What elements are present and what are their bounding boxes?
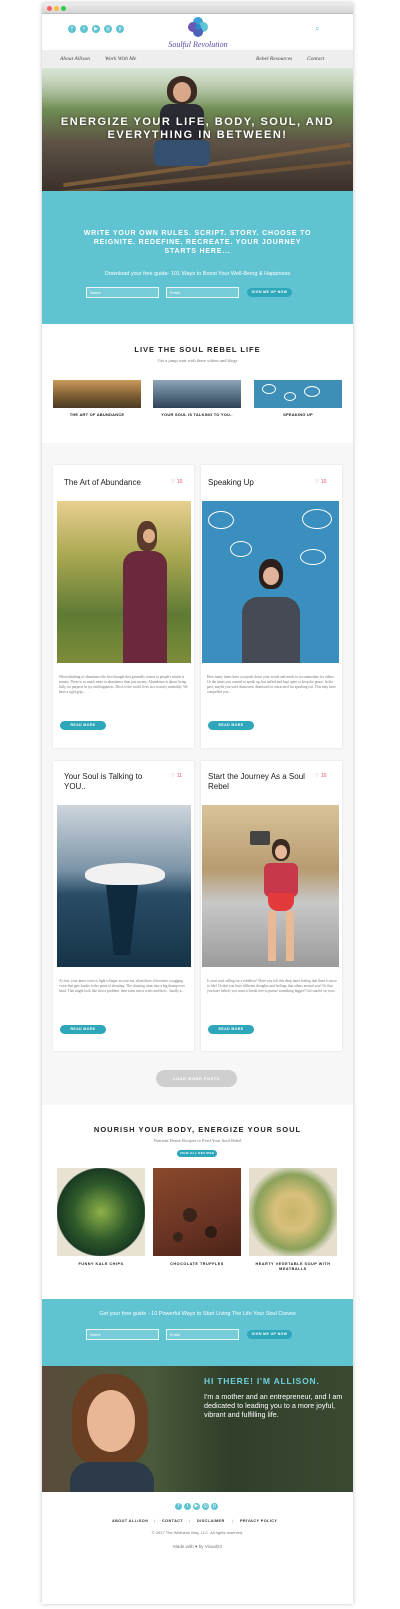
- recipes-heading: NOURISH YOUR BODY, ENERGIZE YOUR SOUL: [93, 1125, 302, 1134]
- thumb-art-of-abundance[interactable]: [53, 380, 141, 408]
- footer-link-disclaimer[interactable]: DISCLAIMER: [197, 1519, 225, 1523]
- thumb-soul-talking[interactable]: [153, 380, 241, 408]
- post-card: Your Soul is Talking to YOU.. ♡ 11 At fi…: [53, 761, 194, 1051]
- post-card: The Art of Abundance ♡ 10 When thinking …: [53, 465, 194, 748]
- nav-contact[interactable]: Contact: [307, 56, 324, 62]
- about-section: HI THERE! I'M ALLISON. I'm a mother and …: [42, 1366, 353, 1492]
- thumb-caption-abundance[interactable]: THE ART OF ABUNDANCE: [53, 412, 141, 417]
- logo-text[interactable]: Soulful Revolution: [160, 40, 236, 49]
- pinterest-icon[interactable]: p: [116, 25, 124, 33]
- heart-icon[interactable]: ♡ 10: [171, 479, 182, 485]
- post-image[interactable]: [202, 805, 339, 967]
- youtube-icon[interactable]: ▶: [92, 25, 100, 33]
- post-excerpt: Is your soul calling for a rebellion? Ha…: [207, 979, 337, 993]
- heart-icon[interactable]: ♡ 10: [315, 773, 326, 779]
- twitter-icon[interactable]: t: [80, 25, 88, 33]
- post-image[interactable]: [202, 501, 339, 663]
- about-heading: HI THERE! I'M ALLISON.: [204, 1376, 320, 1386]
- name-field[interactable]: Name: [86, 287, 159, 298]
- post-title[interactable]: The Art of Abundance: [64, 478, 164, 488]
- nav-work-with-me[interactable]: Work With Me: [105, 56, 136, 62]
- close-window-dot[interactable]: [47, 6, 52, 11]
- pinterest-icon[interactable]: p: [211, 1503, 218, 1510]
- search-icon[interactable]: ⌕: [315, 24, 319, 34]
- post-image[interactable]: [57, 805, 191, 967]
- read-more-button[interactable]: READ MORE: [60, 721, 106, 730]
- read-more-button[interactable]: READ MORE: [60, 1025, 106, 1034]
- maximize-window-dot[interactable]: [61, 6, 66, 11]
- heart-icon[interactable]: ♡ 10: [315, 479, 326, 485]
- post-excerpt: When thinking of abundance the first tho…: [59, 675, 188, 694]
- thumb-caption-soul[interactable]: YOUR SOUL IS TALKING TO YOU..: [153, 412, 241, 417]
- logo-flower-icon[interactable]: [187, 16, 209, 38]
- view-all-recipes-button[interactable]: VIEW ALL RECIPES: [177, 1150, 217, 1157]
- footer-separator: |: [154, 1519, 156, 1523]
- instagram-icon[interactable]: ◎: [202, 1503, 209, 1510]
- post-likes: 10: [320, 479, 327, 485]
- sign-up-button-2[interactable]: SIGN ME UP NOW: [247, 1330, 292, 1339]
- post-card: Start the Journey As a Soul Rebel ♡ 10 I…: [201, 761, 342, 1051]
- browser-chrome: [42, 3, 353, 14]
- credit-text[interactable]: Made with ♥ by Visual23: [42, 1544, 353, 1549]
- post-excerpt: How many times have you push down your w…: [207, 675, 336, 694]
- heart-icon[interactable]: ♡ 11: [171, 773, 182, 779]
- post-title[interactable]: Speaking Up: [208, 478, 308, 488]
- recipe-caption-truffles[interactable]: CHOCOLATE TRUFFLES: [153, 1262, 241, 1267]
- browser-frame: f t ▶ ◎ p Soulful Revolution ⌕ About All…: [42, 3, 353, 1604]
- nav-about-allison[interactable]: About Allison: [60, 56, 90, 62]
- load-more-button[interactable]: LOAD MORE POSTS: [156, 1070, 237, 1087]
- post-title[interactable]: Start the Journey As a Soul Rebel: [208, 772, 313, 792]
- recipe-caption-soup[interactable]: HEARTY VEGETABLE SOUP WITH MEATBALLS: [249, 1262, 337, 1272]
- email-field[interactable]: Email: [166, 287, 239, 298]
- minimize-window-dot[interactable]: [54, 6, 59, 11]
- post-excerpt: At first, your inner voice is light whis…: [59, 979, 185, 993]
- about-text: I'm a mother and an entrepreneur, and I …: [204, 1392, 343, 1419]
- thumb-caption-speaking[interactable]: SPEAKING UP: [254, 412, 342, 417]
- copyright-text: © 2017 The Wellness Way, LLC. All rights…: [151, 1530, 244, 1535]
- signup-band-2: Get your free guide - 10 Powerful Ways t…: [42, 1299, 353, 1366]
- read-more-button[interactable]: READ MORE: [208, 721, 254, 730]
- facebook-icon[interactable]: f: [175, 1503, 182, 1510]
- post-title[interactable]: Your Soul is Talking to YOU..: [64, 772, 164, 792]
- recipe-image-kale[interactable]: [57, 1168, 145, 1256]
- soul-rebel-subheading: Get a jump start with these videos and b…: [157, 358, 238, 363]
- thumb-speaking-up[interactable]: [254, 380, 342, 408]
- footer-link-contact[interactable]: CONTACT: [162, 1519, 183, 1523]
- recipe-image-truffles[interactable]: [153, 1168, 241, 1256]
- name-field-2[interactable]: Name: [86, 1329, 159, 1340]
- signup-band: WRITE YOUR OWN RULES. SCRIPT. STORY. CHO…: [42, 191, 353, 324]
- post-image[interactable]: [57, 501, 191, 663]
- footer-separator: |: [189, 1519, 191, 1523]
- signup-guide-text: Download your free guide- 101 Ways to Bo…: [104, 271, 291, 277]
- soul-rebel-heading: LIVE THE SOUL REBEL LIFE: [134, 345, 261, 354]
- instagram-icon[interactable]: ◎: [104, 25, 112, 33]
- hero-headline: ENERGIZE YOUR LIFE, BODY, SOUL, AND EVER…: [60, 116, 335, 141]
- recipe-image-soup[interactable]: [249, 1168, 337, 1256]
- footer-link-privacy[interactable]: PRIVACY POLICY: [240, 1519, 277, 1523]
- youtube-icon[interactable]: ▶: [193, 1503, 200, 1510]
- twitter-icon[interactable]: t: [184, 1503, 191, 1510]
- hero-image: ENERGIZE YOUR LIFE, BODY, SOUL, AND EVER…: [42, 68, 353, 191]
- post-likes: 10: [320, 773, 327, 779]
- post-likes: 10: [176, 479, 183, 485]
- nav-rebel-resources[interactable]: Rebel Resources: [256, 56, 292, 62]
- email-field-2[interactable]: Email: [166, 1329, 239, 1340]
- recipes-subheading: Nutrient Dense Recipes to Feed Your Soul…: [153, 1138, 242, 1143]
- signup-tagline: WRITE YOUR OWN RULES. SCRIPT. STORY. CHO…: [83, 230, 312, 255]
- footer-link-about[interactable]: ABOUT ALLISON: [112, 1519, 148, 1523]
- post-likes: 11: [176, 773, 183, 779]
- signup2-guide-text: Get your free guide - 10 Powerful Ways t…: [99, 1311, 296, 1317]
- sign-up-button[interactable]: SIGN ME UP NOW: [247, 288, 292, 297]
- recipe-caption-kale[interactable]: FUNNY KALE CHIPS: [57, 1262, 145, 1267]
- facebook-icon[interactable]: f: [68, 25, 76, 33]
- footer-separator: |: [232, 1519, 234, 1523]
- read-more-button[interactable]: READ MORE: [208, 1025, 254, 1034]
- post-card: Speaking Up ♡ 10 How many times have you…: [201, 465, 342, 748]
